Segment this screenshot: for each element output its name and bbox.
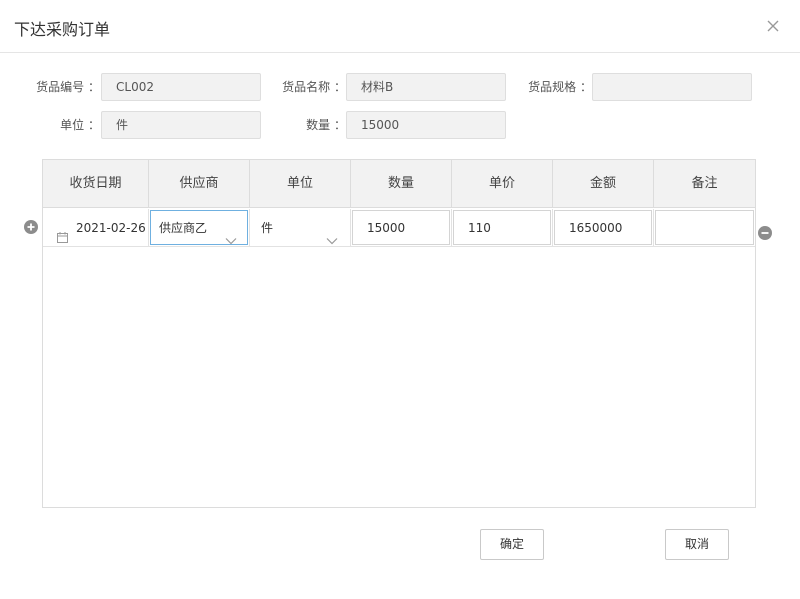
- product-code-field: CL002: [101, 73, 261, 101]
- price-input[interactable]: 110: [453, 210, 551, 245]
- price-cell: 110: [452, 209, 553, 247]
- date-value: 2021-02-26: [76, 221, 146, 235]
- chevron-down-icon: [225, 224, 237, 258]
- quantity-field: 15000: [346, 111, 506, 139]
- column-header-date: 收货日期: [43, 160, 149, 208]
- column-header-amount: 金额: [553, 160, 654, 208]
- supplier-cell: 供应商乙: [149, 209, 250, 247]
- chevron-down-icon: [326, 224, 338, 258]
- unit-cell: 件: [250, 209, 351, 247]
- grid-header: 收货日期 供应商 单位 数量 单价 金额 备注: [43, 160, 755, 208]
- close-icon[interactable]: [764, 17, 782, 35]
- unit-value: 件: [261, 221, 274, 235]
- quantity-input[interactable]: 15000: [352, 210, 450, 245]
- column-header-supplier: 供应商: [149, 160, 250, 208]
- dialog-title: 下达采购订单: [14, 20, 111, 39]
- note-cell: [654, 209, 755, 247]
- product-name-label: 货品名称 ：: [282, 80, 346, 94]
- quantity-cell: 15000: [351, 209, 452, 247]
- confirm-button[interactable]: 确定: [480, 529, 544, 560]
- amount-cell: 1650000: [553, 209, 654, 247]
- purchase-order-dialog: 下达采购订单 货品编号 ： CL002 货品名称 ： 材料B 货品规格 ： 单位…: [0, 0, 800, 599]
- product-code-label: 货品编号 ：: [36, 80, 100, 94]
- column-header-note: 备注: [691, 176, 718, 191]
- minus-circle-icon[interactable]: [758, 226, 772, 240]
- dialog-header: 下达采购订单: [0, 0, 800, 53]
- quantity-label: 数量 ：: [306, 118, 346, 132]
- note-input[interactable]: [655, 210, 754, 245]
- plus-circle-icon[interactable]: [24, 220, 38, 234]
- cancel-button[interactable]: 取消: [665, 529, 729, 560]
- date-picker[interactable]: 2021-02-26: [44, 210, 147, 245]
- calendar-icon: [57, 222, 68, 256]
- column-header-quantity: 数量: [351, 160, 452, 208]
- product-spec-field: [592, 73, 752, 101]
- amount-input[interactable]: 1650000: [554, 210, 652, 245]
- table-row: 2021-02-26: [43, 209, 149, 247]
- product-name-field: 材料B: [346, 73, 506, 101]
- unit-field: 件: [101, 111, 261, 139]
- order-grid: 收货日期 供应商 单位 数量 单价 金额 备注 2021-02-26 供应商乙 …: [42, 159, 756, 508]
- unit-select[interactable]: 件: [251, 210, 349, 245]
- column-header-unit: 单位: [250, 160, 351, 208]
- unit-label: 单位 ：: [60, 118, 100, 132]
- supplier-select[interactable]: 供应商乙: [150, 210, 248, 245]
- supplier-value: 供应商乙: [159, 221, 208, 235]
- column-header-price: 单价: [452, 160, 553, 208]
- product-spec-label: 货品规格 ：: [528, 80, 592, 94]
